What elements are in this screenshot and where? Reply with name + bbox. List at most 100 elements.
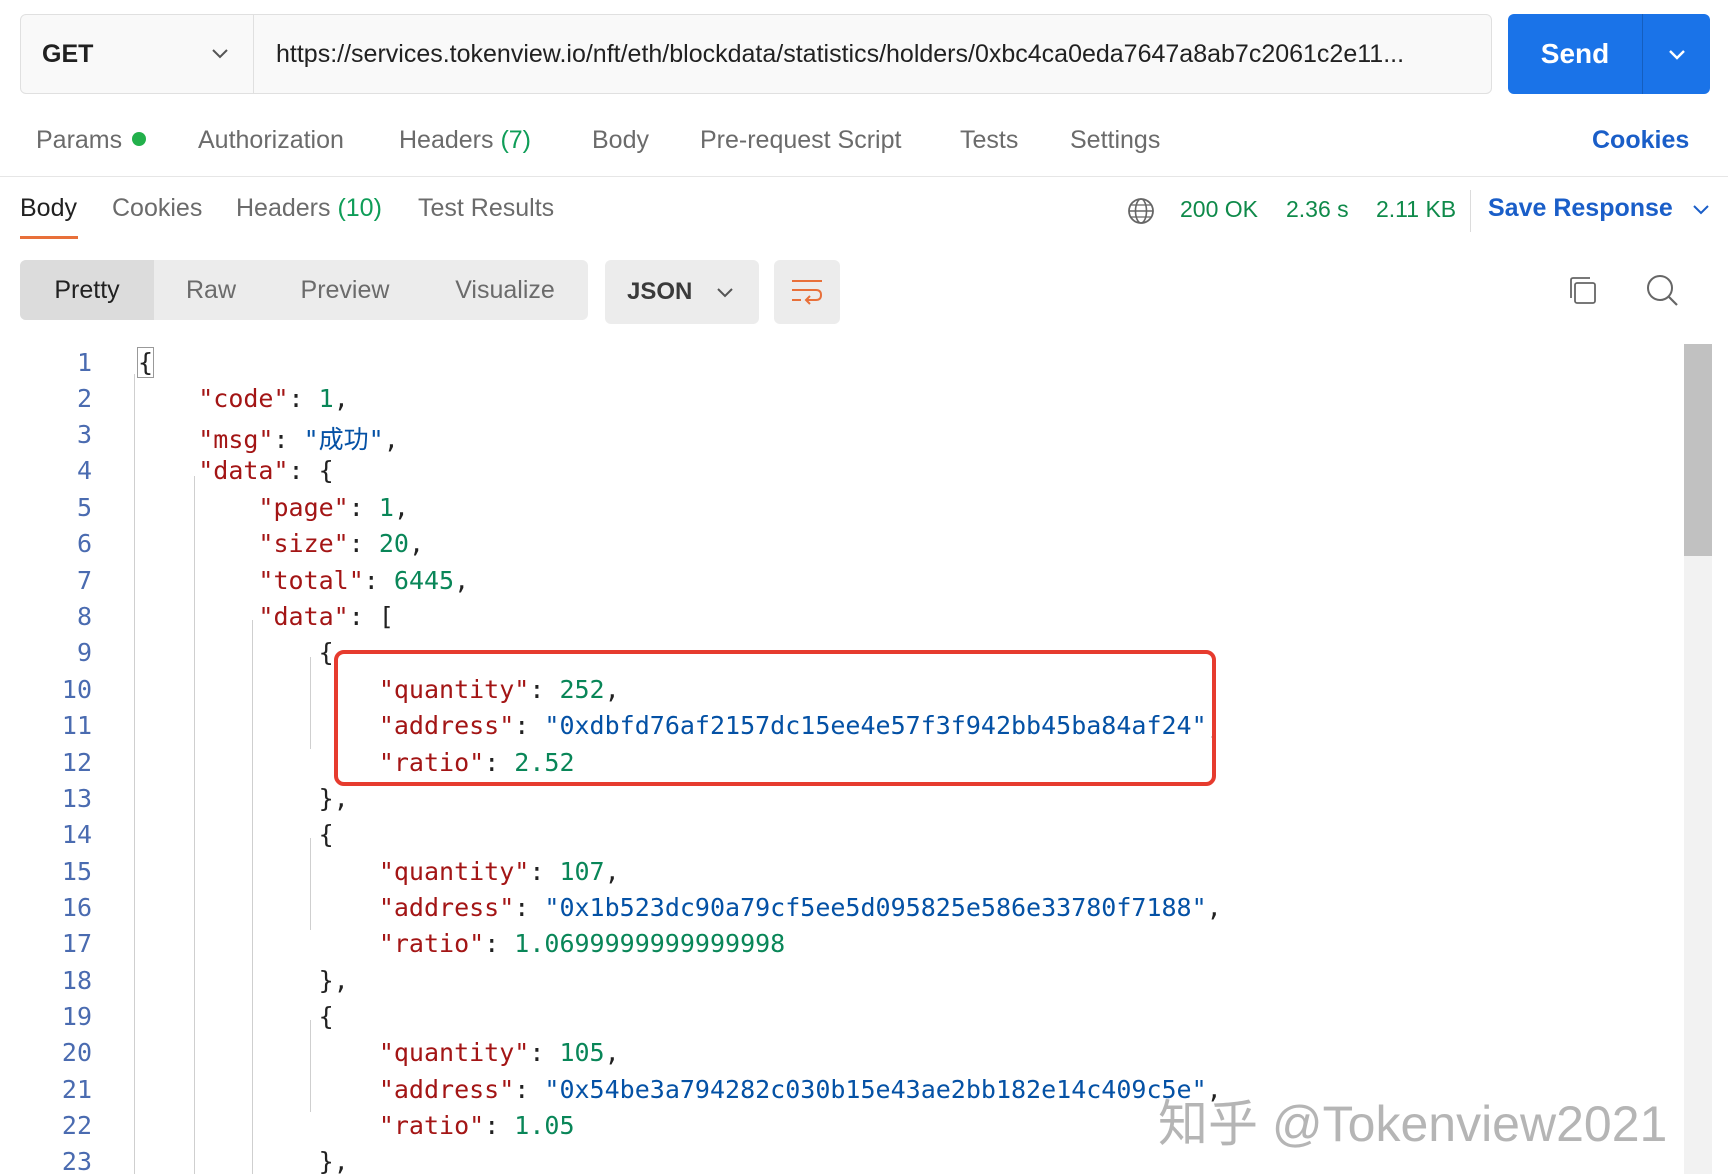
json-key: "quantity" <box>378 857 530 886</box>
code-line: { <box>138 820 334 849</box>
json-value: "成功" <box>303 425 384 454</box>
code-line: { <box>138 1002 334 1031</box>
line-number: 8 <box>76 602 92 631</box>
code-line: { <box>138 638 334 667</box>
wrap-lines-icon <box>792 280 823 305</box>
json-brace: { <box>136 347 155 378</box>
line-number: 16 <box>61 893 92 922</box>
json-value: 105 <box>559 1038 605 1067</box>
tab-headers[interactable]: Headers (7) <box>399 126 531 155</box>
view-visualize[interactable]: Visualize <box>422 260 588 320</box>
line-number: 15 <box>61 857 92 886</box>
json-value: 20 <box>378 529 409 558</box>
code-line: "ratio": 1.05 <box>378 1111 575 1140</box>
watermark: 知乎 @Tokenview2021 <box>1158 1096 1668 1152</box>
code-line: "data": [ <box>258 602 394 631</box>
tab-prerequest-script[interactable]: Pre-request Script <box>700 126 901 155</box>
line-number: 5 <box>76 493 92 522</box>
indent-guide <box>134 374 135 1174</box>
json-value: 1.0699999999999998 <box>514 929 786 958</box>
line-number: 4 <box>76 456 92 485</box>
highlight-box <box>334 650 1216 786</box>
tab-params[interactable]: Params <box>36 126 147 155</box>
format-select[interactable]: JSON <box>605 260 759 324</box>
code-line: "total": 6445, <box>258 566 470 595</box>
line-number: 18 <box>61 966 92 995</box>
json-key: "msg" <box>198 425 274 454</box>
view-preview[interactable]: Preview <box>268 260 422 320</box>
line-number: 21 <box>61 1075 92 1104</box>
format-label: JSON <box>627 278 693 305</box>
response-tab-test-results[interactable]: Test Results <box>418 194 554 223</box>
chevron-down-icon <box>212 49 228 59</box>
line-number: 7 <box>76 566 92 595</box>
code-line: "address": "0x1b523dc90a79cf5ee5d095825e… <box>378 893 1222 922</box>
line-number: 14 <box>61 820 92 849</box>
method-label: GET <box>42 39 94 68</box>
response-status[interactable]: 200 OK <box>1180 196 1258 223</box>
json-key: "address" <box>378 893 515 922</box>
cookies-link[interactable]: Cookies <box>1592 126 1689 155</box>
tab-body[interactable]: Body <box>592 126 649 155</box>
code-line: }, <box>138 1147 349 1176</box>
code-line: "data": { <box>198 456 334 485</box>
line-number: 20 <box>61 1038 92 1067</box>
tab-tests[interactable]: Tests <box>960 126 1018 155</box>
line-number: 12 <box>61 748 92 777</box>
json-key: "ratio" <box>378 1111 485 1140</box>
view-pretty[interactable]: Pretty <box>20 260 154 320</box>
response-time[interactable]: 2.36 s <box>1286 196 1349 223</box>
code-line: "size": 20, <box>258 529 425 558</box>
response-tab-headers-label: Headers <box>236 194 331 222</box>
chevron-down-icon <box>1668 50 1685 60</box>
line-number: 6 <box>76 529 92 558</box>
line-number: 13 <box>61 784 92 813</box>
tab-authorization[interactable]: Authorization <box>198 126 344 155</box>
tab-settings[interactable]: Settings <box>1070 126 1160 155</box>
globe-icon[interactable] <box>1126 196 1156 226</box>
code-line: "code": 1, <box>198 384 349 413</box>
json-value: 6445 <box>393 566 455 595</box>
json-value: "0x54be3a794282c030b15e43ae2bb182e14c409… <box>544 1075 1207 1104</box>
line-number: 3 <box>76 420 92 449</box>
wrap-lines-button[interactable] <box>774 260 840 324</box>
json-value: 107 <box>559 857 605 886</box>
scrollbar-thumb[interactable] <box>1684 344 1712 556</box>
divider <box>0 176 1728 177</box>
json-key: "ratio" <box>378 929 485 958</box>
line-number: 9 <box>76 638 92 667</box>
line-number: 22 <box>61 1111 92 1140</box>
line-number: 2 <box>76 384 92 413</box>
line-number: 23 <box>61 1147 92 1176</box>
divider <box>1470 190 1471 232</box>
json-value: 1 <box>378 493 394 522</box>
url-input[interactable]: https://services.tokenview.io/nft/eth/bl… <box>254 14 1474 94</box>
response-tab-body[interactable]: Body <box>20 194 77 223</box>
json-value: 1.05 <box>514 1111 575 1140</box>
code-line: }, <box>138 784 349 813</box>
json-key: "data" <box>258 602 349 631</box>
response-tab-headers-count: (10) <box>337 194 382 222</box>
active-tab-indicator <box>20 236 78 239</box>
view-raw[interactable]: Raw <box>154 260 268 320</box>
code-line: "ratio": 1.0699999999999998 <box>378 929 786 958</box>
chevron-down-icon <box>717 288 733 298</box>
chevron-down-icon <box>1693 205 1709 215</box>
response-tab-headers[interactable]: Headers (10) <box>236 194 382 223</box>
code-line: "quantity": 107, <box>378 857 620 886</box>
json-key: "total" <box>258 566 364 595</box>
tab-headers-count: (7) <box>500 126 532 154</box>
copy-icon[interactable] <box>1566 274 1600 308</box>
method-select[interactable]: GET <box>20 14 254 94</box>
send-button[interactable]: Send <box>1508 14 1710 94</box>
code-line: "quantity": 105, <box>378 1038 620 1067</box>
tab-params-label: Params <box>36 126 123 154</box>
tab-headers-label: Headers <box>399 126 494 154</box>
save-response-button[interactable]: Save Response <box>1488 194 1712 223</box>
code-line: }, <box>138 966 349 995</box>
json-key: "address" <box>378 1075 515 1104</box>
send-options-dropdown[interactable] <box>1643 14 1710 94</box>
response-size[interactable]: 2.11 KB <box>1376 196 1456 223</box>
search-icon[interactable] <box>1644 272 1680 308</box>
response-tab-cookies[interactable]: Cookies <box>112 194 202 223</box>
